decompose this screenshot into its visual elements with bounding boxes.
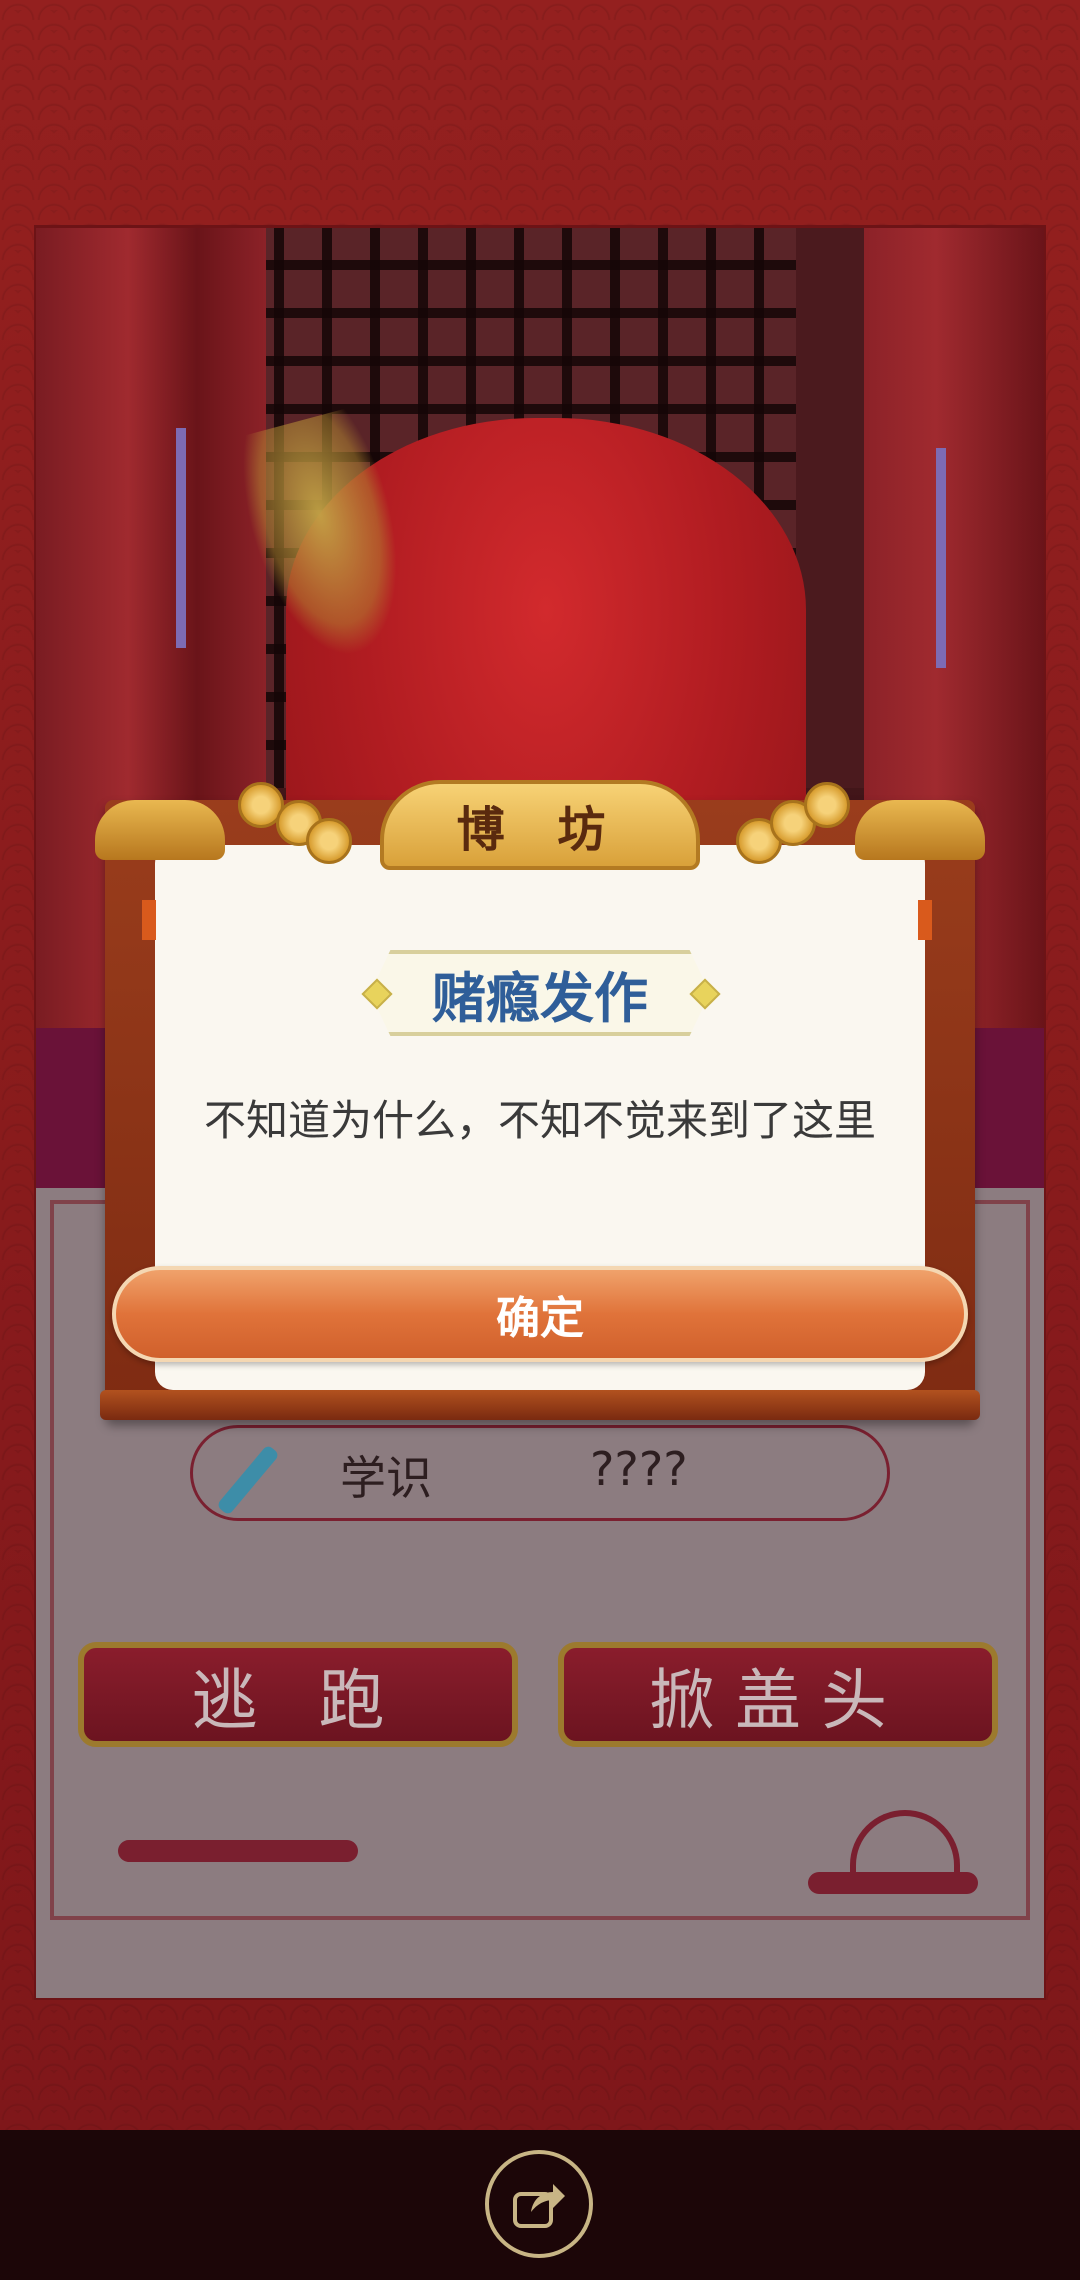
dialog-title-plate: 博 坊 (380, 780, 700, 870)
knowledge-value: ???? (590, 1442, 688, 1496)
tassel-right (936, 448, 946, 668)
tassel-left (176, 428, 186, 648)
dialog-subtitle: 赌瘾发作 (432, 966, 648, 1030)
cloud-ornament-right (855, 800, 985, 860)
tag-right (918, 900, 932, 940)
confirm-button[interactable]: 确定 (112, 1266, 968, 1362)
dialog-message: 不知道为什么，不知不觉来到了这里 (203, 1096, 876, 1145)
coin-icon (306, 818, 352, 864)
lift-veil-button[interactable]: 掀盖头 (558, 1642, 998, 1747)
subtitle-banner: 赌瘾发作 (370, 950, 710, 1036)
escape-button[interactable]: 逃 跑 (78, 1642, 518, 1747)
share-arrow-icon (513, 2184, 565, 2228)
confirm-label: 确定 (496, 1293, 584, 1344)
decorative-bar-left (118, 1840, 358, 1862)
knowledge-stat (190, 1425, 890, 1521)
dialog-base (100, 1390, 980, 1420)
share-button[interactable] (485, 2150, 593, 2258)
tag-left (142, 900, 156, 940)
knowledge-label: 学识 (340, 1451, 432, 1505)
coin-icon (804, 782, 850, 828)
dialog-title: 博 坊 (456, 802, 624, 858)
cloud-ornament-left (95, 800, 225, 860)
